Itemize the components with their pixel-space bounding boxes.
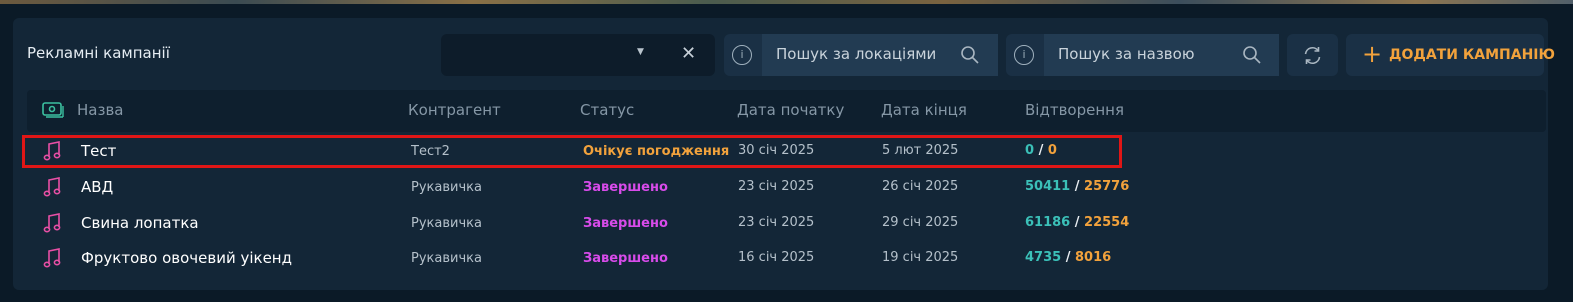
column-header-status[interactable]: Статус bbox=[580, 101, 634, 119]
status-badge: Завершено bbox=[583, 216, 668, 231]
counterparty: Рукавичка bbox=[411, 251, 482, 266]
plays-actual: 0 bbox=[1025, 143, 1035, 158]
campaign-name[interactable]: Фруктово овочевий уікенд bbox=[81, 249, 292, 267]
campaign-name[interactable]: Свина лопатка bbox=[81, 214, 199, 232]
plays-separator: / bbox=[1034, 143, 1048, 158]
start-date: 16 січ 2025 bbox=[738, 250, 815, 265]
status-badge: Завершено bbox=[583, 180, 668, 195]
table-row[interactable]: АВД Рукавичка Завершено 23 січ 2025 26 с… bbox=[27, 170, 1129, 204]
search-icon[interactable] bbox=[1242, 45, 1262, 65]
start-date: 23 січ 2025 bbox=[738, 179, 815, 194]
plays-separator: / bbox=[1061, 250, 1075, 265]
add-campaign-button[interactable]: + ДОДАТИ КАМПАНІЮ bbox=[1346, 34, 1555, 76]
add-campaign-label: ДОДАТИ КАМПАНІЮ bbox=[1389, 47, 1555, 63]
plays-separator: / bbox=[1070, 215, 1085, 230]
plays-count: 4735 / 8016 bbox=[1025, 250, 1111, 265]
plays-count: 50411 / 25776 bbox=[1025, 179, 1129, 194]
column-header-plays[interactable]: Відтворення bbox=[1025, 101, 1124, 119]
status-badge: Завершено bbox=[583, 251, 668, 266]
counterparty: Рукавичка bbox=[411, 216, 482, 231]
refresh-button[interactable] bbox=[1287, 34, 1338, 76]
plays-actual: 4735 bbox=[1025, 250, 1062, 265]
end-date: 5 лют 2025 bbox=[882, 143, 959, 158]
table-header: Назва Контрагент Статус Дата початку Дат… bbox=[27, 90, 1546, 132]
column-header-end-date[interactable]: Дата кінця bbox=[881, 101, 967, 119]
background-image-strip bbox=[0, 0, 1573, 4]
plays-planned: 22554 bbox=[1084, 215, 1130, 230]
column-header-counterparty[interactable]: Контрагент bbox=[408, 101, 501, 119]
location-search: i bbox=[724, 34, 998, 76]
end-date: 26 січ 2025 bbox=[882, 179, 959, 194]
caret-down-icon[interactable]: ▼ bbox=[637, 47, 644, 57]
counterparty: Тест2 bbox=[411, 144, 450, 159]
counterparty: Рукавичка bbox=[411, 180, 482, 195]
plus-icon: + bbox=[1362, 40, 1383, 68]
plays-planned: 0 bbox=[1047, 143, 1057, 158]
campaign-name[interactable]: АВД bbox=[81, 178, 113, 196]
info-icon[interactable]: i bbox=[1014, 45, 1034, 65]
close-icon[interactable]: ✕ bbox=[681, 43, 696, 64]
plays-planned: 8016 bbox=[1075, 250, 1112, 265]
page-title: Рекламні кампанії bbox=[27, 44, 170, 62]
column-header-name[interactable]: Назва bbox=[77, 101, 123, 119]
plays-count: 0 / 0 bbox=[1025, 143, 1057, 158]
campaign-name[interactable]: Тест bbox=[81, 142, 116, 160]
plays-actual: 61186 bbox=[1025, 215, 1071, 230]
status-badge: Очікує погодження bbox=[583, 144, 730, 159]
location-search-input[interactable] bbox=[776, 45, 946, 63]
name-search-field[interactable] bbox=[1044, 34, 1279, 76]
music-note-icon bbox=[43, 213, 61, 233]
name-search-input[interactable] bbox=[1058, 45, 1228, 63]
music-note-icon bbox=[43, 248, 61, 268]
start-date: 23 січ 2025 bbox=[738, 215, 815, 230]
campaigns-panel: Рекламні кампанії ▼ ✕ i i bbox=[13, 18, 1555, 290]
table-row[interactable]: Фруктово овочевий уікенд Рукавичка Завер… bbox=[27, 241, 1127, 275]
money-icon bbox=[42, 102, 64, 118]
end-date: 29 січ 2025 bbox=[882, 215, 959, 230]
start-date: 30 січ 2025 bbox=[738, 143, 815, 158]
end-date: 19 січ 2025 bbox=[882, 250, 959, 265]
plays-separator: / bbox=[1070, 179, 1085, 194]
table-row[interactable]: Свина лопатка Рукавичка Завершено 23 січ… bbox=[27, 206, 1129, 240]
plays-planned: 25776 bbox=[1084, 179, 1130, 194]
column-header-start-date[interactable]: Дата початку bbox=[737, 101, 844, 119]
music-note-icon bbox=[43, 141, 61, 161]
search-icon[interactable] bbox=[960, 45, 980, 65]
music-note-icon bbox=[43, 177, 61, 197]
name-search: i bbox=[1006, 34, 1279, 76]
plays-actual: 50411 bbox=[1025, 179, 1071, 194]
table-row[interactable]: Тест Тест2 Очікує погодження 30 січ 2025… bbox=[27, 134, 1127, 168]
info-icon[interactable]: i bbox=[732, 45, 752, 65]
filter-select[interactable]: ▼ ✕ bbox=[441, 34, 715, 76]
location-search-field[interactable] bbox=[762, 34, 998, 76]
plays-count: 61186 / 22554 bbox=[1025, 215, 1129, 230]
refresh-icon bbox=[1304, 46, 1321, 65]
